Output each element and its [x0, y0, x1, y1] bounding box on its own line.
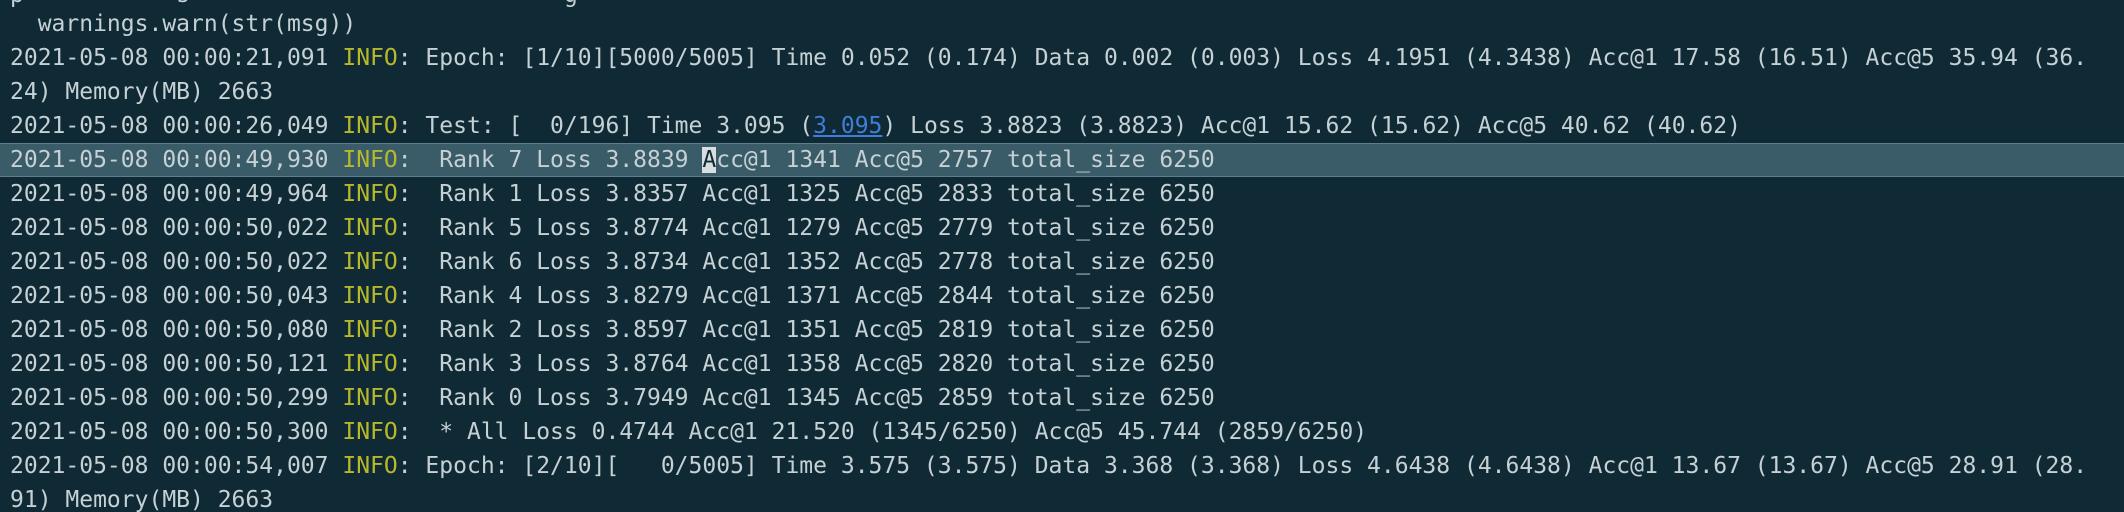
- terminal-line-warning: warnings.warn(str(msg)): [10, 11, 357, 37]
- log-timestamp: 2021-05-08 00:00:49,930: [10, 147, 343, 173]
- log-timestamp: 2021-05-08 00:00:54,007: [10, 453, 343, 479]
- log-timestamp: 2021-05-08 00:00:50,300: [10, 419, 343, 445]
- log-timestamp: 2021-05-08 00:00:50,299: [10, 385, 343, 411]
- log-line: 2021-05-08 00:00:50,299 INFO: Rank 0 Los…: [0, 381, 2124, 415]
- log-line: 2021-05-08 00:00:21,091 INFO: Epoch: [1/…: [0, 41, 2124, 75]
- log-level: INFO: [342, 215, 398, 241]
- log-line: 2021-05-08 00:00:50,080 INFO: Rank 2 Los…: [0, 313, 2124, 347]
- log-message: : Rank 4 Loss 3.8279 Acc@1 1371 Acc@5 28…: [397, 283, 1215, 309]
- log-level: INFO: [342, 453, 398, 479]
- log-timestamp: 2021-05-08 00:00:50,022: [10, 249, 343, 275]
- log-line: 2021-05-08 00:00:26,049 INFO: Test: [ 0/…: [0, 109, 2124, 143]
- log-message: : Rank 2 Loss 3.8597 Acc@1 1351 Acc@5 28…: [397, 317, 1215, 343]
- log-message: : Epoch: [2/10][ 0/5005] Time 3.575 (3.5…: [397, 453, 2088, 479]
- log-line: 2021-05-08 00:00:50,043 INFO: Rank 4 Los…: [0, 279, 2124, 313]
- log-message: cc@1 1341 Acc@5 2757 total_size 6250: [716, 147, 1215, 173]
- log-message: : Rank 6 Loss 3.8734 Acc@1 1352 Acc@5 27…: [397, 249, 1215, 275]
- log-level: INFO: [342, 181, 398, 207]
- terminal-window[interactable]: p s g warnings.warn(str(msg)) 2021-05-08…: [0, 0, 2124, 512]
- log-line-wrap: 91) Memory(MB) 2663: [10, 487, 274, 512]
- log-level: INFO: [342, 385, 398, 411]
- log-message: : * All Loss 0.4744 Acc@1 21.520 (1345/6…: [397, 419, 1368, 445]
- log-timestamp: 2021-05-08 00:00:26,049: [10, 113, 343, 139]
- terminal-output: warnings.warn(str(msg)) 2021-05-08 00:00…: [0, 7, 2124, 512]
- log-line: 2021-05-08 00:00:50,121 INFO: Rank 3 Los…: [0, 347, 2124, 381]
- text-cursor: A: [702, 147, 717, 173]
- log-level: INFO: [342, 419, 398, 445]
- log-timestamp: 2021-05-08 00:00:50,080: [10, 317, 343, 343]
- log-level: INFO: [342, 113, 398, 139]
- log-level: INFO: [342, 45, 398, 71]
- log-timestamp: 2021-05-08 00:00:50,043: [10, 283, 343, 309]
- log-line: 2021-05-08 00:00:50,300 INFO: * All Loss…: [0, 415, 2124, 449]
- log-message: : Test: [ 0/196] Time 3.095 (: [397, 113, 814, 139]
- log-line: 2021-05-08 00:00:54,007 INFO: Epoch: [2/…: [0, 449, 2124, 483]
- log-message: : Rank 3 Loss 3.8764 Acc@1 1358 Acc@5 28…: [397, 351, 1215, 377]
- log-message: : Rank 0 Loss 3.7949 Acc@1 1345 Acc@5 28…: [397, 385, 1215, 411]
- log-level: INFO: [342, 249, 398, 275]
- log-line-selected[interactable]: 2021-05-08 00:00:49,930 INFO: Rank 7 Los…: [0, 143, 2124, 177]
- log-level: INFO: [342, 283, 398, 309]
- log-level: INFO: [342, 147, 398, 173]
- log-message: : Rank 7 Loss 3.8839: [397, 147, 703, 173]
- log-line: 2021-05-08 00:00:50,022 INFO: Rank 5 Los…: [0, 211, 2124, 245]
- log-timestamp: 2021-05-08 00:00:50,121: [10, 351, 343, 377]
- log-level: INFO: [342, 317, 398, 343]
- log-timestamp: 2021-05-08 00:00:21,091: [10, 45, 343, 71]
- log-timestamp: 2021-05-08 00:00:49,964: [10, 181, 343, 207]
- log-line: 2021-05-08 00:00:49,964 INFO: Rank 1 Los…: [0, 177, 2124, 211]
- log-timestamp: 2021-05-08 00:00:50,022: [10, 215, 343, 241]
- log-level: INFO: [342, 351, 398, 377]
- log-line: 2021-05-08 00:00:50,022 INFO: Rank 6 Los…: [0, 245, 2124, 279]
- log-line-wrap: 24) Memory(MB) 2663: [10, 79, 274, 105]
- log-message: : Epoch: [1/10][5000/5005] Time 0.052 (0…: [397, 45, 2088, 71]
- terminal-link[interactable]: 3.095: [813, 113, 882, 139]
- log-message: : Rank 5 Loss 3.8774 Acc@1 1279 Acc@5 27…: [397, 215, 1215, 241]
- log-message: : Rank 1 Loss 3.8357 Acc@1 1325 Acc@5 28…: [397, 181, 1215, 207]
- log-message: ) Loss 3.8823 (3.8823) Acc@1 15.62 (15.6…: [882, 113, 1741, 139]
